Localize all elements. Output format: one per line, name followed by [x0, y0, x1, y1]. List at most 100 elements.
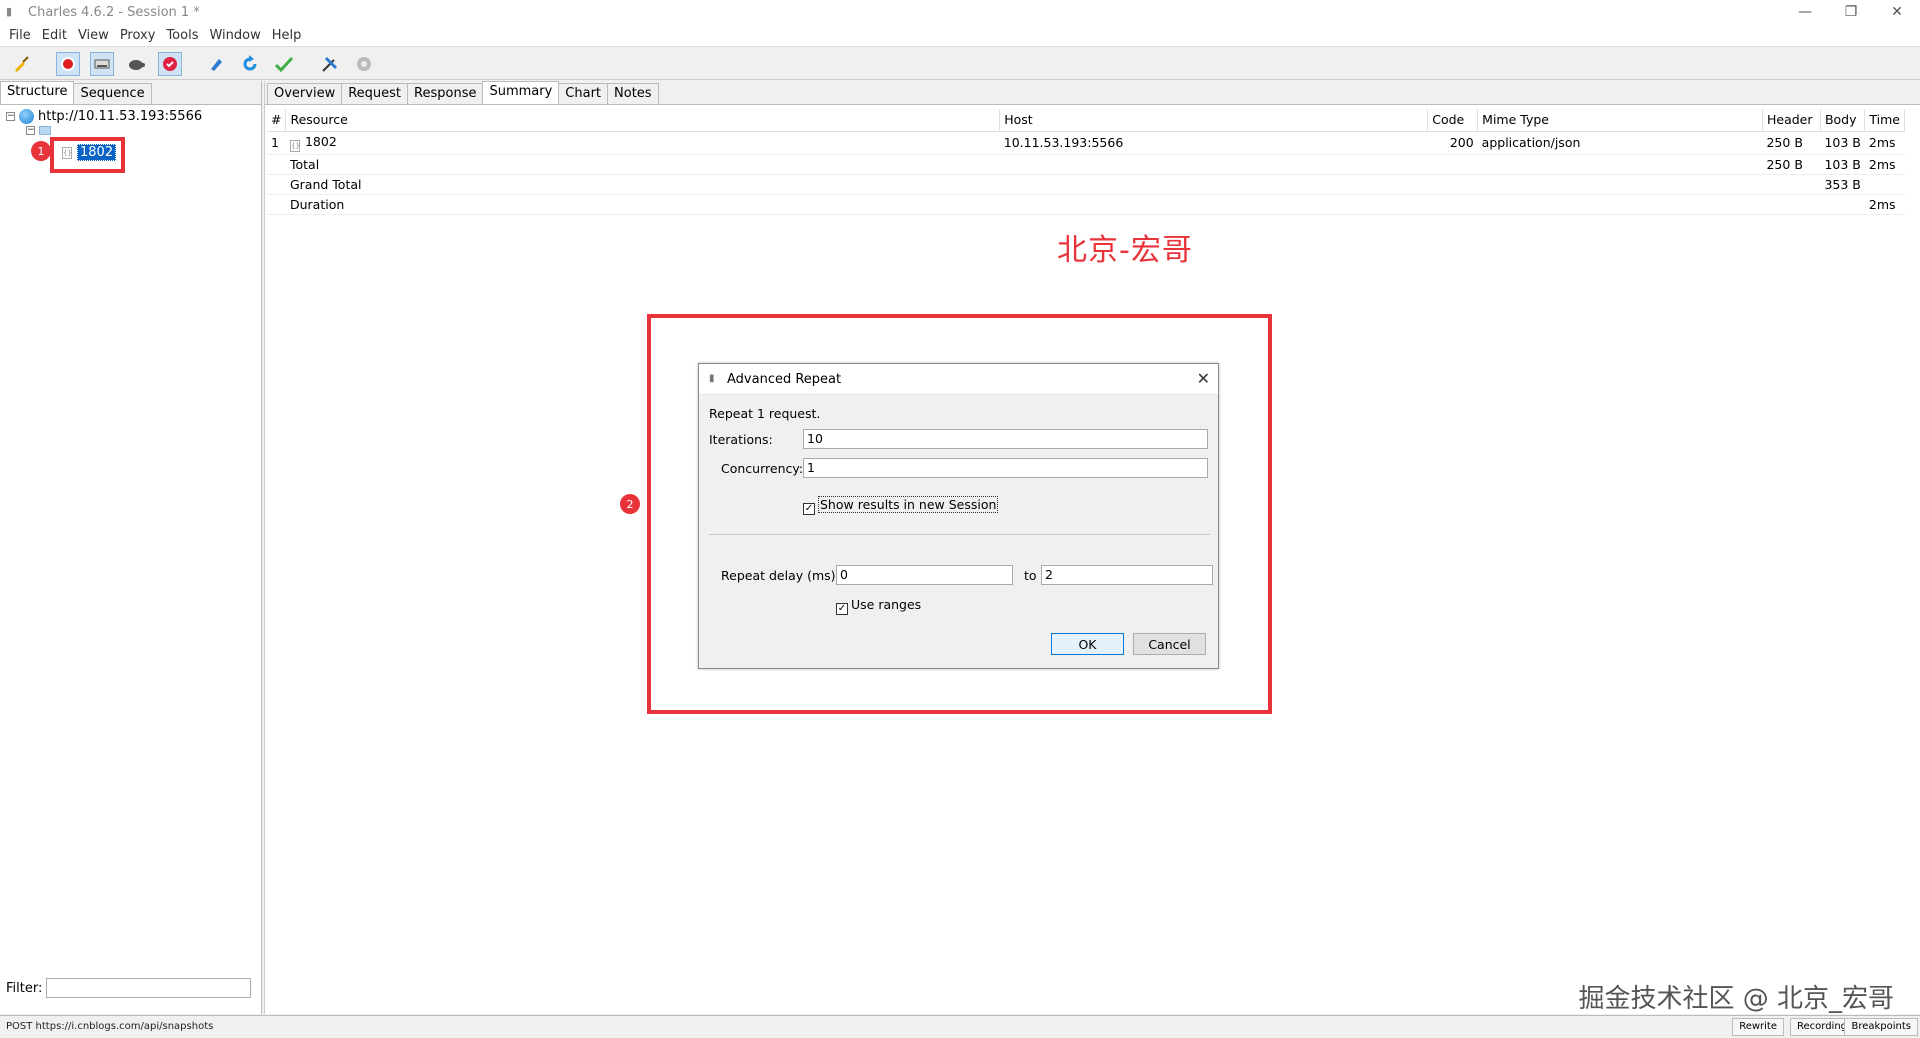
tab-overview[interactable]: Overview	[267, 83, 343, 104]
table-row[interactable]: Grand Total 353 B	[267, 174, 1905, 195]
cell-host	[999, 194, 1428, 215]
menu-view[interactable]: View	[78, 28, 109, 43]
table-row[interactable]: Duration 2ms	[267, 194, 1905, 215]
tab-request[interactable]: Request	[341, 83, 409, 104]
cell-host: 10.11.53.193:5566	[999, 131, 1428, 155]
charles-app-icon: ▮	[6, 5, 13, 18]
tab-summary[interactable]: Summary	[482, 81, 560, 104]
cell-mime	[1477, 194, 1763, 215]
watermark-bottom: 掘金技术社区 @ 北京_宏哥	[1578, 984, 1894, 1014]
col-mime-type[interactable]: Mime Type	[1477, 109, 1763, 132]
repeat-delay-from-input[interactable]: 0	[836, 565, 1013, 585]
cell-code	[1427, 194, 1478, 215]
document-icon: {}	[289, 139, 300, 152]
menu-tools[interactable]: Tools	[166, 28, 198, 43]
cell-time: 2ms	[1864, 154, 1905, 175]
summary-table: # Resource Host Code Mime Type Header Bo…	[267, 109, 1905, 215]
menu-file[interactable]: File	[9, 28, 31, 43]
col-host[interactable]: Host	[999, 109, 1429, 132]
resource-label: 1802	[304, 133, 337, 149]
charles-app-icon: ▮	[709, 372, 715, 384]
col-resource[interactable]: Resource	[285, 109, 1001, 132]
broom-clear-icon[interactable]	[10, 52, 34, 76]
menu-window[interactable]: Window	[209, 28, 260, 43]
cell-host	[999, 174, 1428, 195]
checkbox-checked-icon: ✓	[803, 503, 815, 515]
cell-number	[267, 194, 286, 215]
restore-icon[interactable]: ❐	[1828, 0, 1874, 24]
breakpoints-button[interactable]: Breakpoints	[1844, 1018, 1918, 1036]
cell-header: 250 B	[1762, 131, 1821, 155]
menu-proxy[interactable]: Proxy	[120, 28, 156, 43]
iterations-input[interactable]: 10	[803, 429, 1208, 449]
minimize-icon[interactable]: —	[1782, 0, 1828, 24]
annotation-marker-1: 1	[31, 141, 51, 161]
rewrite-button[interactable]: Rewrite	[1732, 1018, 1784, 1036]
close-icon[interactable]: ✕	[1197, 369, 1210, 388]
cell-time: 2ms	[1864, 194, 1905, 215]
tree-host-row[interactable]: − http://10.11.53.193:5566	[6, 109, 202, 124]
use-ranges-checkbox[interactable]: ✓ Use ranges	[836, 597, 921, 615]
col-header[interactable]: Header	[1762, 109, 1821, 132]
compose-pen-icon[interactable]	[204, 52, 228, 76]
filter-input[interactable]	[46, 978, 252, 998]
menu-edit[interactable]: Edit	[42, 28, 67, 43]
cell-body: 103 B	[1820, 154, 1865, 175]
cell-number	[267, 174, 286, 195]
use-ranges-label: Use ranges	[851, 597, 922, 612]
status-text: POST https://i.cnblogs.com/api/snapshots	[6, 1021, 214, 1032]
table-row[interactable]: 1 {} 1802 10.11.53.193:5566 200 applicati…	[267, 131, 1905, 155]
folder-icon	[39, 126, 51, 135]
cell-resource: Duration	[285, 194, 1000, 215]
collapse-icon[interactable]: −	[6, 112, 15, 121]
collapse-icon[interactable]: −	[26, 126, 35, 135]
tab-notes[interactable]: Notes	[607, 83, 659, 104]
col-time[interactable]: Time	[1864, 109, 1905, 132]
col-code[interactable]: Code	[1427, 109, 1479, 132]
menu-help[interactable]: Help	[272, 28, 302, 43]
tab-structure[interactable]: Structure	[0, 81, 75, 104]
table-row[interactable]: Total 250 B 103 B 2ms	[267, 154, 1905, 175]
structure-pane: Structure Sequence − http://10.11.53.193…	[0, 81, 262, 1014]
col-number[interactable]: #	[267, 109, 287, 132]
tab-response[interactable]: Response	[407, 83, 484, 104]
show-results-checkbox[interactable]: ✓ Show results in new Session	[803, 496, 999, 515]
cell-mime: application/json	[1477, 131, 1763, 155]
menu-bar: File Edit View Proxy Tools Window Help	[0, 24, 1920, 46]
tree-folder-row[interactable]: −	[26, 126, 54, 135]
ok-button[interactable]: OK	[1051, 633, 1124, 655]
settings-gear-icon[interactable]	[352, 52, 376, 76]
repeat-icon[interactable]	[238, 52, 262, 76]
turtle-icon[interactable]	[124, 52, 148, 76]
detail-tabs: Overview Request Response Summary Chart …	[265, 81, 1920, 105]
repeat-delay-to-input[interactable]: 2	[1041, 565, 1213, 585]
validate-check-icon[interactable]	[272, 52, 296, 76]
globe-icon	[19, 109, 34, 124]
cell-resource: {} 1802	[285, 131, 1000, 155]
cell-header	[1762, 194, 1821, 215]
window-title: Charles 4.6.2 - Session 1 *	[28, 4, 200, 20]
tab-chart[interactable]: Chart	[558, 83, 609, 104]
cell-number	[267, 154, 286, 175]
annotation-marker-2: 2	[620, 494, 640, 514]
throttle-icon[interactable]	[90, 52, 114, 76]
col-body[interactable]: Body	[1820, 109, 1866, 132]
cell-time: 2ms	[1864, 131, 1905, 155]
cell-body: 353 B	[1820, 174, 1865, 195]
title-bar: ▮ Charles 4.6.2 - Session 1 * — ❐ ✕	[0, 0, 1920, 24]
tools-icon[interactable]	[318, 52, 342, 76]
breakpoints-icon[interactable]	[158, 52, 182, 76]
cell-host	[999, 154, 1428, 175]
show-results-label: Show results in new Session	[818, 496, 999, 513]
toolbar	[0, 46, 1920, 80]
cell-header: 250 B	[1762, 154, 1821, 175]
concurrency-input[interactable]: 1	[803, 458, 1208, 478]
cell-resource: Total	[285, 154, 1000, 175]
record-icon[interactable]	[56, 52, 80, 76]
close-window-icon[interactable]: ✕	[1874, 0, 1920, 24]
tab-sequence[interactable]: Sequence	[73, 83, 152, 104]
cell-mime	[1477, 174, 1763, 195]
left-tabs: Structure Sequence	[0, 81, 261, 105]
repeat-delay-label: Repeat delay (ms):	[721, 568, 840, 583]
cancel-button[interactable]: Cancel	[1133, 633, 1206, 655]
